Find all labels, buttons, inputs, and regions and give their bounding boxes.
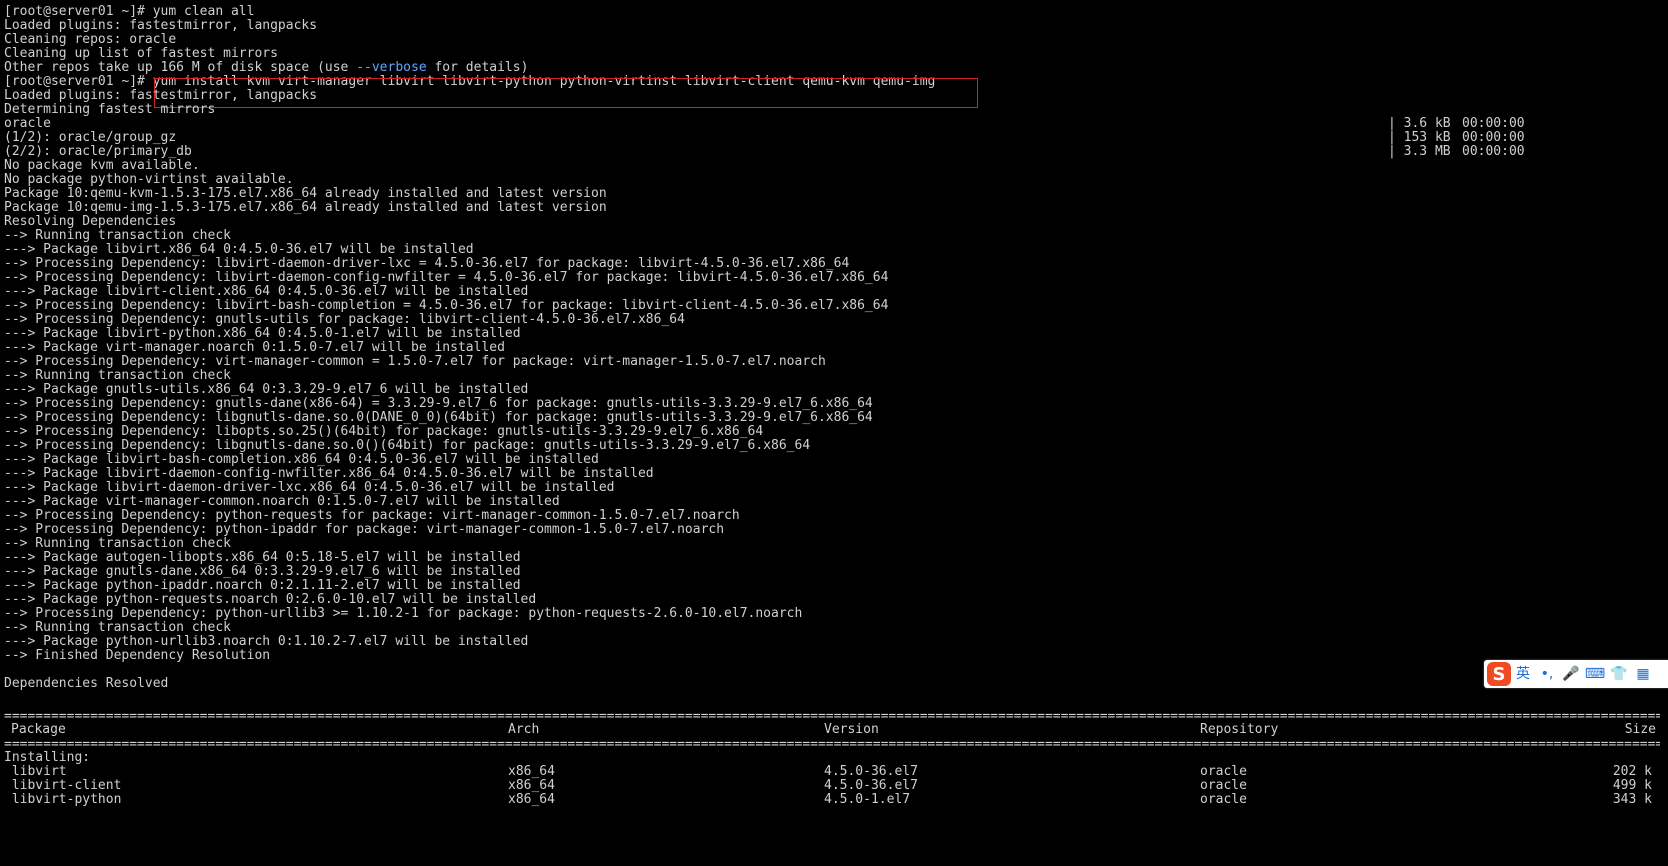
terminal-line: Package 10:qemu-img-1.5.3-175.el7.x86_64… [4,200,607,215]
terminal-line: Loaded plugins: fastestmirror, langpacks [4,18,318,33]
download-time: 00:00:00 [1462,144,1525,159]
cell-size: 343 k [1612,792,1652,807]
terminal-line: No package kvm available. [4,158,200,173]
ime-logo-icon[interactable]: S [1487,662,1511,686]
disk-text-after: for details) [426,60,529,75]
cell-repository: oracle [1200,792,1247,807]
terminal-line: ---> Package virt-manager-common.noarch … [4,494,560,509]
shell-prompt: [root@server01 ~]# [4,74,153,89]
terminal-line: --> Processing Dependency: libgnutls-dan… [4,410,873,425]
column-header-arch: Arch [508,722,540,737]
terminal-line: --> Processing Dependency: libvirt-bash-… [4,298,889,313]
terminal-line: --> Finished Dependency Resolution [4,648,271,663]
section-installing: Installing: [4,750,91,765]
terminal-window[interactable]: [root@server01 ~]# yum clean all Loaded … [0,0,1668,866]
column-header-package: Package [11,722,66,737]
download-time: 00:00:00 [1462,116,1525,131]
terminal-line: Cleaning up list of fastest mirrors [4,46,278,61]
microphone-icon[interactable]: 🎤 [1559,662,1583,686]
terminal-line: --> Processing Dependency: python-ipaddr… [4,522,725,537]
download-size: | 153 kB [1388,130,1451,145]
terminal-line: --> Processing Dependency: python-reques… [4,508,740,523]
cell-version: 4.5.0-36.el7 [824,778,918,793]
ime-punctuation-icon[interactable]: •, [1535,662,1559,686]
disk-text-before: Other repos take up 166 M of disk space … [4,60,357,75]
keyboard-icon[interactable]: ⌨ [1583,662,1607,686]
terminal-line: Resolving Dependencies [4,214,177,229]
terminal-line: --> Processing Dependency: virt-manager-… [4,354,826,369]
terminal-line: ---> Package libvirt-bash-completion.x86… [4,452,599,467]
cell-repository: oracle [1200,778,1247,793]
skin-icon[interactable]: 👕 [1607,662,1631,686]
table-rule-mid: ========================================… [4,737,1660,752]
terminal-line: --> Running transaction check [4,228,231,243]
terminal-line: --> Processing Dependency: gnutls-dane(x… [4,396,873,411]
cell-repository: oracle [1200,764,1247,779]
terminal-line: --> Processing Dependency: libvirt-daemo… [4,256,850,271]
cell-package: libvirt-python [4,792,122,807]
terminal-line: ---> Package libvirt-client.x86_64 0:4.5… [4,284,529,299]
terminal-line: --> Processing Dependency: libgnutls-dan… [4,438,811,453]
cell-package: libvirt-client [4,778,122,793]
terminal-line: Package 10:qemu-kvm-1.5.3-175.el7.x86_64… [4,186,607,201]
terminal-line: Dependencies Resolved [4,676,169,691]
cell-version: 4.5.0-36.el7 [824,764,918,779]
terminal-line: (2/2): oracle/primary_db [4,144,192,159]
terminal-line: --> Processing Dependency: python-urllib… [4,606,803,621]
terminal-line-disk-space: Other repos take up 166 M of disk space … [4,60,528,75]
terminal-line: --> Running transaction check [4,368,231,383]
download-size: | 3.6 kB [1388,116,1451,131]
terminal-line: ---> Package python-ipaddr.noarch 0:2.1.… [4,578,521,593]
terminal-line: --> Running transaction check [4,536,231,551]
terminal-line: ---> Package libvirt-daemon-driver-lxc.x… [4,480,615,495]
terminal-line: --> Processing Dependency: libvirt-daemo… [4,270,889,285]
terminal-line: --> Processing Dependency: gnutls-utils … [4,312,685,327]
terminal-line: Cleaning repos: oracle [4,32,177,47]
terminal-line: Determining fastest mirrors [4,102,216,117]
cell-size: 202 k [1612,764,1652,779]
tools-grid-icon[interactable]: ▦ [1631,662,1655,686]
ime-language-toggle[interactable]: 英 [1511,662,1535,686]
column-header-size: Size [1624,722,1656,737]
terminal-line: ---> Package virt-manager.noarch 0:1.5.0… [4,340,505,355]
column-header-repository: Repository [1200,722,1279,737]
terminal-line: ---> Package libvirt.x86_64 0:4.5.0-36.e… [4,242,474,257]
terminal-line: --> Running transaction check [4,620,231,635]
cell-arch: x86_64 [508,792,555,807]
cell-arch: x86_64 [508,764,555,779]
download-size: | 3.3 MB [1388,144,1451,159]
terminal-line: (1/2): oracle/group_gz [4,130,177,145]
terminal-line: ---> Package gnutls-utils.x86_64 0:3.3.2… [4,382,529,397]
download-time: 00:00:00 [1462,130,1525,145]
terminal-line: ---> Package python-urllib3.noarch 0:1.1… [4,634,529,649]
terminal-line: [root@server01 ~]# yum clean all [4,4,255,19]
terminal-line: ---> Package python-requests.noarch 0:2.… [4,592,537,607]
terminal-line: ---> Package gnutls-dane.x86_64 0:3.3.29… [4,564,521,579]
terminal-line: ---> Package autogen-libopts.x86_64 0:5.… [4,550,521,565]
terminal-line: No package python-virtinst available. [4,172,294,187]
cell-package: libvirt [4,764,67,779]
ime-toolbar[interactable]: S 英 •, 🎤 ⌨ 👕 ▦ [1484,660,1668,688]
terminal-line: --> Processing Dependency: libopts.so.25… [4,424,764,439]
verbose-flag: --verbose [356,60,427,75]
terminal-line: oracle [4,116,51,131]
terminal-line: Loaded plugins: fastestmirror, langpacks [4,88,318,103]
cell-version: 4.5.0-1.el7 [824,792,911,807]
cell-size: 499 k [1612,778,1652,793]
cell-arch: x86_64 [508,778,555,793]
column-header-version: Version [824,722,879,737]
terminal-line: ---> Package libvirt-python.x86_64 0:4.5… [4,326,521,341]
terminal-line: ---> Package libvirt-daemon-config-nwfil… [4,466,654,481]
